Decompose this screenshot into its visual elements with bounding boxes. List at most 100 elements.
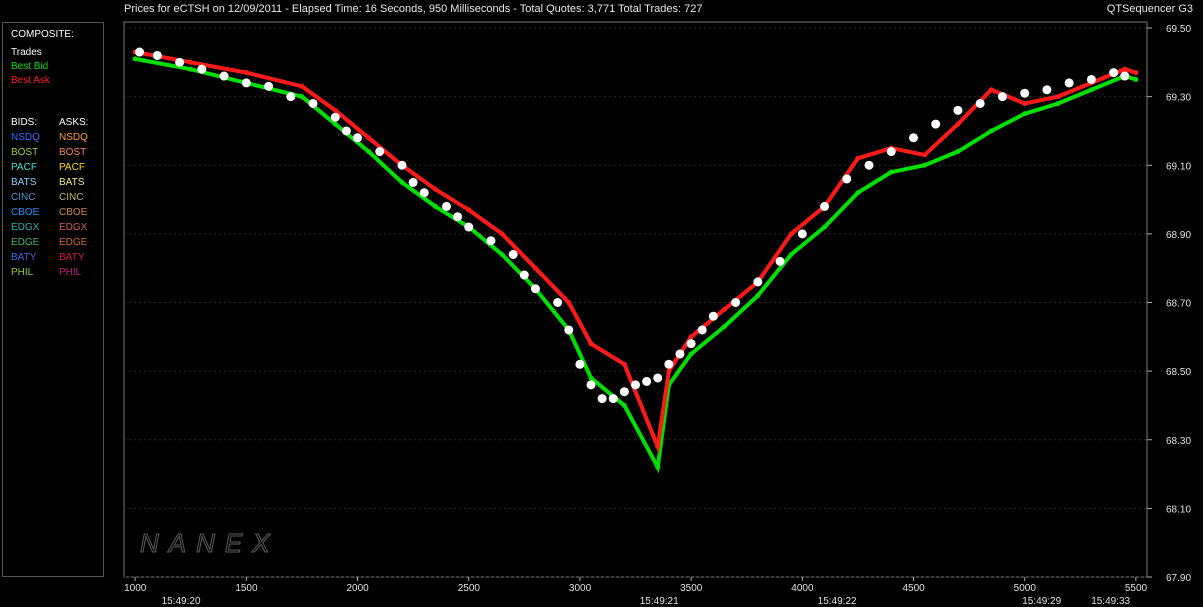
trade-point (953, 105, 963, 115)
best-ask-point (332, 107, 338, 113)
trade-point (631, 380, 640, 390)
best-bid-point (721, 324, 727, 330)
trade-point (486, 236, 496, 246)
trade-point (1109, 68, 1119, 78)
best-bid-point (855, 190, 861, 196)
trade-point (653, 373, 663, 383)
trade-point (575, 359, 585, 369)
x-tick-label: 3500 (680, 583, 703, 594)
trade-point (608, 394, 618, 404)
trade-point (864, 160, 874, 170)
trade-point (453, 212, 463, 222)
y-tick-label: 67.90 (1166, 573, 1191, 584)
best-bid-point (399, 179, 405, 185)
trade-point (997, 92, 1007, 102)
trade-point (341, 126, 351, 136)
y-tick-label: 68.90 (1166, 230, 1191, 241)
best-ask-point (532, 265, 538, 271)
trade-point (842, 174, 852, 184)
trade-point (219, 71, 229, 81)
best-ask-point (588, 341, 594, 347)
trade-point (1020, 88, 1030, 98)
best-bid-point (621, 402, 627, 408)
trade-point (508, 249, 518, 259)
trade-point (441, 201, 451, 211)
best-ask-point (566, 300, 572, 305)
best-ask-point (1055, 94, 1061, 100)
best-bid-point (588, 375, 594, 381)
trade-point (264, 81, 274, 91)
trade-point (675, 349, 685, 359)
watermark: NANEX (140, 528, 280, 558)
time-label: 15:49:20 (162, 596, 201, 607)
x-tick-label: 1500 (235, 583, 258, 594)
y-tick-label: 69.50 (1166, 24, 1191, 35)
best-bid-point (1055, 100, 1061, 106)
best-ask-point (922, 152, 928, 158)
trade-point (642, 376, 652, 386)
best-bid-point (1133, 76, 1139, 82)
best-bid-point (988, 128, 994, 134)
time-label: 15:49:22 (818, 596, 857, 607)
y-tick-label: 68.70 (1166, 299, 1191, 310)
time-label: 15:49:21 (640, 596, 679, 607)
trade-point (664, 359, 674, 369)
trade-point (775, 256, 785, 266)
best-ask-point (666, 368, 672, 374)
trade-point (619, 387, 629, 397)
trade-point (731, 298, 741, 307)
best-ask-point (432, 186, 438, 192)
best-ask-point (955, 121, 961, 127)
best-ask-point (466, 207, 472, 213)
chart-canvas: NANEX 67.90 68.10 68.30 68.50 68.70 68.90 69.1… (0, 0, 1191, 607)
trade-point (697, 325, 707, 335)
trade-point (135, 47, 145, 57)
best-bid-point (332, 121, 338, 127)
trade-point (419, 188, 429, 198)
y-tick-label: 69.10 (1166, 161, 1191, 172)
best-bid-point (655, 464, 661, 470)
trade-point (1086, 74, 1096, 84)
trade-point (975, 98, 985, 108)
time-label: 15:49:33 (1091, 596, 1130, 607)
trade-point (152, 50, 162, 60)
trade-point (175, 57, 185, 67)
y-tick-label: 68.30 (1166, 436, 1191, 447)
trade-point (408, 177, 418, 187)
best-bid-point (499, 251, 505, 257)
x-tick-label: 5500 (1125, 583, 1148, 594)
y-tick-label: 69.30 (1166, 93, 1191, 104)
best-bid-point (1022, 111, 1028, 117)
best-ask-point (621, 361, 627, 367)
best-bid-point (922, 162, 928, 168)
trade-point (286, 92, 296, 102)
y-tick-label: 68.10 (1166, 504, 1191, 515)
trade-point (931, 119, 941, 129)
best-bid-point (188, 66, 194, 72)
trade-point (530, 284, 540, 294)
best-ask-point (243, 70, 249, 76)
trade-point (1120, 71, 1130, 81)
x-tick-label: 3000 (569, 583, 592, 594)
x-tick-label: 2500 (458, 583, 481, 594)
best-ask-point (1022, 100, 1028, 106)
best-bid-point (366, 149, 372, 155)
trade-point (597, 394, 607, 404)
x-tick-label: 4500 (902, 583, 925, 594)
best-ask-point (855, 155, 861, 161)
best-ask-point (688, 334, 694, 340)
best-bid-point (299, 94, 305, 100)
x-tick-label: 5000 (1014, 583, 1037, 594)
time-label: 15:49:29 (1022, 596, 1061, 607)
best-ask-point (366, 135, 372, 141)
trade-point (375, 147, 385, 157)
best-bid-point (955, 149, 961, 155)
trade-point (820, 201, 830, 211)
best-ask-point (188, 59, 194, 65)
best-bid-point (1088, 87, 1094, 93)
best-bid-point (788, 251, 794, 257)
trade-point (519, 270, 529, 280)
best-ask-point (1122, 66, 1128, 72)
trade-point (797, 229, 807, 239)
y-tick-label: 68.50 (1166, 367, 1191, 378)
